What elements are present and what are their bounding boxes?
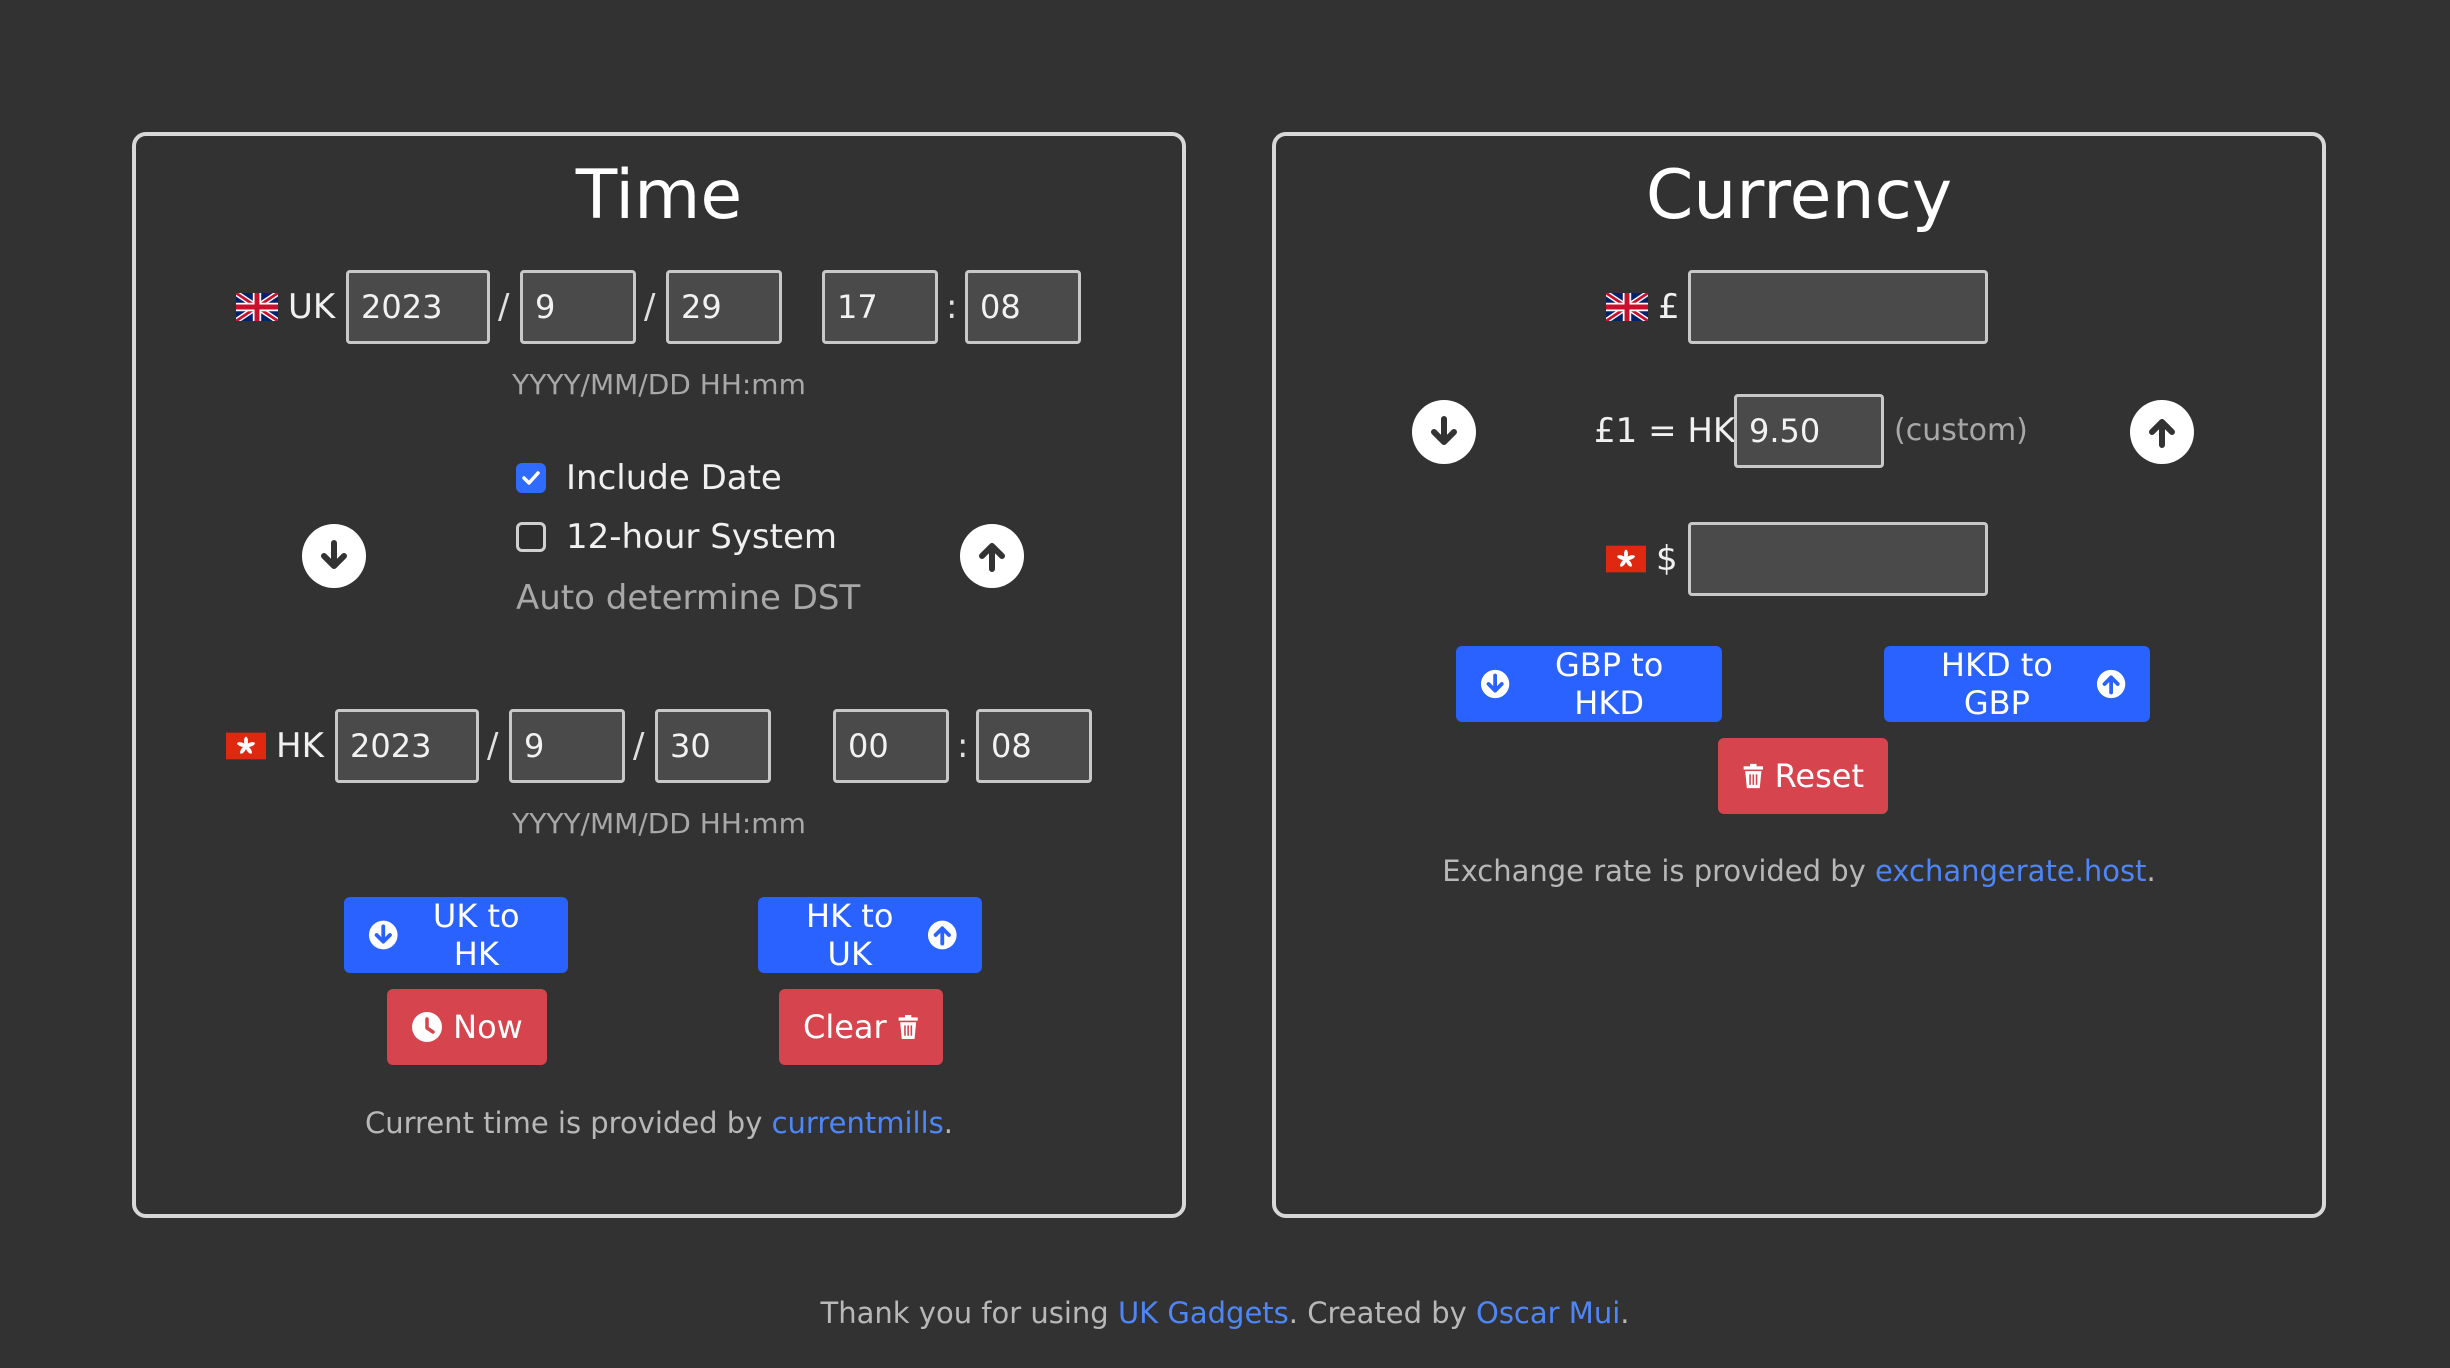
hk-date-sep-2: / xyxy=(633,726,645,766)
footer: Thank you for using UK Gadgets. Created … xyxy=(0,1296,2450,1330)
uk-year-input[interactable] xyxy=(346,270,490,344)
currency-panel: Currency £ £1 = HK$ (custom) xyxy=(1272,132,2326,1218)
trash-icon xyxy=(1743,763,1763,789)
hk-label-text: HK xyxy=(276,726,324,766)
include-date-option[interactable]: Include Date xyxy=(516,458,782,498)
clear-button[interactable]: Clear xyxy=(779,989,943,1065)
hk-day-input[interactable] xyxy=(655,709,771,783)
check-icon xyxy=(522,471,540,485)
reset-label: Reset xyxy=(1774,757,1864,795)
include-date-checkbox[interactable] xyxy=(516,463,546,493)
hkd-to-gbp-arrow-button[interactable] xyxy=(2130,400,2194,464)
hk-to-uk-button[interactable]: HK to UK xyxy=(758,897,982,973)
time-credit-prefix: Current time is provided by xyxy=(365,1106,772,1140)
footer-middle: . Created by xyxy=(1288,1296,1476,1330)
circle-arrow-down-icon xyxy=(1480,669,1510,699)
arrow-up-icon xyxy=(979,543,1005,572)
hk-flag-icon xyxy=(226,732,266,760)
circle-arrow-up-icon xyxy=(2096,669,2126,699)
currency-credit-prefix: Exchange rate is provided by xyxy=(1442,854,1876,888)
footer-suffix: . xyxy=(1620,1296,1630,1330)
uk-date-sep-1: / xyxy=(498,287,510,327)
uk-to-hk-button[interactable]: UK to HK xyxy=(344,897,568,973)
twelve-hour-label: 12-hour System xyxy=(566,517,838,557)
uk-to-hk-arrow-button[interactable] xyxy=(302,524,366,588)
hk-hour-input[interactable] xyxy=(833,709,949,783)
rate-note: (custom) xyxy=(1894,413,2028,448)
twelve-hour-option[interactable]: 12-hour System xyxy=(516,517,837,557)
clear-label: Clear xyxy=(803,1008,887,1046)
arrow-down-icon xyxy=(1431,416,1457,445)
currency-title: Currency xyxy=(1645,156,1953,235)
hk-time-label: HK xyxy=(226,709,324,783)
uk-to-hk-label: UK to HK xyxy=(432,897,520,973)
footer-prefix: Thank you for using xyxy=(820,1296,1118,1330)
circle-arrow-up-icon xyxy=(928,920,958,950)
time-credit: Current time is provided by currentmills… xyxy=(136,1106,1182,1140)
uk-day-input[interactable] xyxy=(666,270,782,344)
rate-label: £1 = HK$ xyxy=(1594,411,1757,451)
currentmills-link[interactable]: currentmills xyxy=(772,1106,944,1140)
auto-dst-text: Auto determine DST xyxy=(516,578,861,618)
hk-minute-input[interactable] xyxy=(976,709,1092,783)
hk-flag-icon xyxy=(1606,545,1646,573)
hk-to-uk-label: HK to UK xyxy=(806,897,894,973)
gbp-to-hkd-arrow-button[interactable] xyxy=(1412,400,1476,464)
hk-time-sep: : xyxy=(957,726,969,766)
include-date-label: Include Date xyxy=(566,458,782,498)
hkd-amount-input[interactable] xyxy=(1688,522,1988,596)
hk-year-input[interactable] xyxy=(335,709,479,783)
hk-format-hint: YYYY/MM/DD HH:mm xyxy=(512,807,806,840)
hk-to-uk-arrow-button[interactable] xyxy=(960,524,1024,588)
uk-minute-input[interactable] xyxy=(965,270,1081,344)
uk-month-input[interactable] xyxy=(520,270,636,344)
uk-format-hint: YYYY/MM/DD HH:mm xyxy=(512,368,806,401)
currency-credit: Exchange rate is provided by exchangerat… xyxy=(1276,854,2322,888)
arrow-down-icon xyxy=(321,540,347,569)
time-title: Time xyxy=(575,156,743,235)
uk-flag-icon xyxy=(236,293,278,321)
time-panel: Time UK / / : YYYY/MM/DD HH:mm Include D… xyxy=(132,132,1186,1218)
circle-arrow-down-icon xyxy=(368,920,398,950)
twelve-hour-checkbox[interactable] xyxy=(516,522,546,552)
author-link[interactable]: Oscar Mui xyxy=(1476,1296,1620,1330)
reset-button[interactable]: Reset xyxy=(1718,738,1888,814)
gbp-to-hkd-label: GBP to HKD xyxy=(1554,646,1664,722)
now-label: Now xyxy=(453,1008,523,1046)
currency-credit-suffix: . xyxy=(2146,854,2156,888)
hkd-symbol: $ xyxy=(1656,539,1678,579)
hkd-to-gbp-label: HKD to GBP xyxy=(1940,646,2053,722)
hk-month-input[interactable] xyxy=(509,709,625,783)
uk-time-label: UK xyxy=(236,270,335,344)
uk-time-sep: : xyxy=(946,287,958,327)
uk-hour-input[interactable] xyxy=(822,270,938,344)
uk-gadgets-link[interactable]: UK Gadgets xyxy=(1118,1296,1289,1330)
gbp-symbol: £ xyxy=(1658,287,1680,327)
uk-flag-icon xyxy=(1606,293,1648,321)
gbp-label: £ xyxy=(1606,270,1680,344)
uk-date-sep-2: / xyxy=(644,287,656,327)
gbp-amount-input[interactable] xyxy=(1688,270,1988,344)
trash-icon xyxy=(898,1015,918,1039)
clock-icon xyxy=(412,1012,443,1042)
gbp-to-hkd-button[interactable]: GBP to HKD xyxy=(1456,646,1722,722)
now-button[interactable]: Now xyxy=(387,989,547,1065)
uk-label-text: UK xyxy=(288,287,336,327)
hk-date-sep-1: / xyxy=(487,726,499,766)
arrow-up-icon xyxy=(2149,419,2175,448)
rate-input[interactable] xyxy=(1734,394,1884,468)
time-credit-suffix: . xyxy=(943,1106,953,1140)
exchangerate-link[interactable]: exchangerate.host xyxy=(1875,854,2146,888)
hkd-to-gbp-button[interactable]: HKD to GBP xyxy=(1884,646,2150,722)
hkd-label: $ xyxy=(1606,522,1678,596)
